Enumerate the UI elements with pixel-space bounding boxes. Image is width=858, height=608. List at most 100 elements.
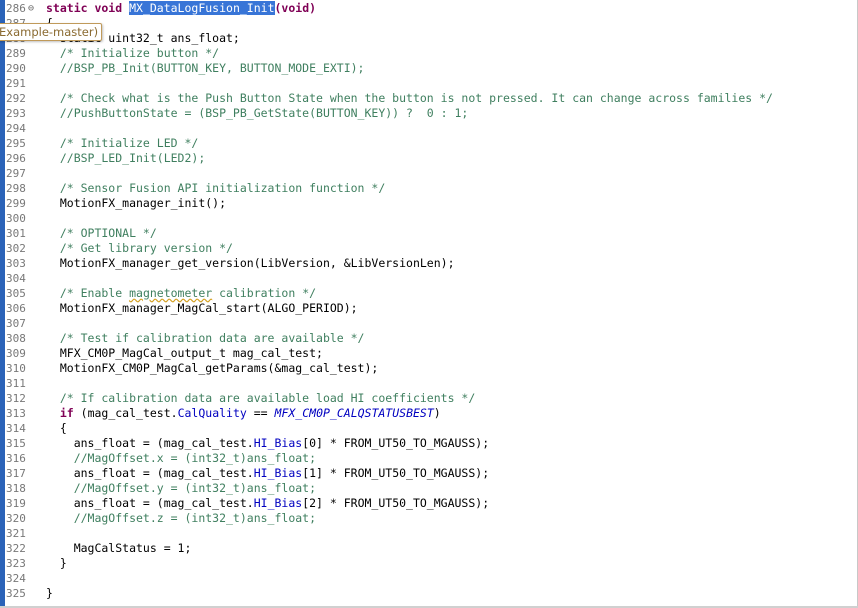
code-text[interactable]: /* Sensor Fusion API initialization func… — [46, 181, 385, 196]
line-number: 298 — [6, 182, 26, 195]
code-line[interactable]: 293 //PushButtonState = (BSP_PB_GetState… — [0, 106, 857, 121]
code-text[interactable]: /* Initialize button */ — [46, 46, 219, 61]
code-text[interactable]: //BSP_LED_Init(LED2); — [46, 151, 205, 166]
code-line[interactable]: 315 ans_float = (mag_cal_test.HI_Bias[0]… — [0, 436, 857, 451]
field-token: HI_Bias — [253, 466, 303, 480]
line-number: 321 — [6, 527, 26, 540]
code-line[interactable]: 295 /* Initialize LED */ — [0, 136, 857, 151]
field-token: HI_Bias — [253, 436, 303, 450]
code-line[interactable]: 292 /* Check what is the Push Button Sta… — [0, 91, 857, 106]
code-line[interactable]: 308 /* Test if calibration data are avai… — [0, 331, 857, 346]
code-line[interactable]: 325} — [0, 586, 857, 601]
code-text[interactable]: //MagOffset.z = (int32_t)ans_float; — [46, 511, 316, 526]
code-line[interactable]: 300 — [0, 211, 857, 226]
code-text[interactable]: /* Test if calibration data are availabl… — [46, 331, 365, 346]
code-token: ans_float = (mag_cal_test. — [46, 496, 254, 510]
code-line[interactable]: 318 //MagOffset.y = (int32_t)ans_float; — [0, 481, 857, 496]
code-line[interactable]: 294 — [0, 121, 857, 136]
code-text[interactable]: /* If calibration data are available loa… — [46, 391, 475, 406]
code-text[interactable]: MotionFX_manager_init(); — [46, 196, 226, 211]
code-text[interactable]: } — [46, 556, 67, 571]
code-text[interactable]: MotionFX_manager_MagCal_start(ALGO_PERIO… — [46, 301, 358, 316]
code-line[interactable]: 301 /* OPTIONAL */ — [0, 226, 857, 241]
code-token: MotionFX_CM0P_MagCal_getParams(&mag_cal_… — [46, 361, 379, 375]
code-line[interactable]: 298 /* Sensor Fusion API initialization … — [0, 181, 857, 196]
keyword-token: (void) — [274, 1, 317, 15]
code-line[interactable]: 299 MotionFX_manager_init(); — [0, 196, 857, 211]
line-number: 320 — [6, 512, 26, 525]
line-number: 289 — [6, 47, 26, 60]
code-text[interactable]: ans_float = (mag_cal_test.HI_Bias[2] * F… — [46, 496, 489, 511]
code-line[interactable]: 314 { — [0, 421, 857, 436]
code-lines[interactable]: 286 ⊖ static void MX_DataLogFusion_Init(vo… — [0, 1, 857, 601]
code-line[interactable]: 313 if (mag_cal_test.CalQuality == MFX_C… — [0, 406, 857, 421]
fold-collapse-icon[interactable]: ⊖ — [28, 1, 34, 16]
code-line[interactable]: 316 //MagOffset.x = (int32_t)ans_float; — [0, 451, 857, 466]
code-line[interactable]: 304 — [0, 271, 857, 286]
code-text[interactable]: /* Initialize LED */ — [46, 136, 198, 151]
code-token: MFX_CM0P_MagCal_output_t mag_cal_test; — [46, 346, 323, 360]
code-line[interactable]: 287{ — [0, 16, 857, 31]
comment-token: /* Check what is the Push Button State w… — [46, 91, 773, 105]
code-line[interactable]: 321 — [0, 526, 857, 541]
code-line[interactable]: 291 — [0, 76, 857, 91]
code-line[interactable]: 302 /* Get library version */ — [0, 241, 857, 256]
code-line[interactable]: 323 } — [0, 556, 857, 571]
code-line[interactable]: 297 — [0, 166, 857, 181]
code-text[interactable]: ans_float = (mag_cal_test.HI_Bias[0] * F… — [46, 436, 489, 451]
code-line[interactable]: 320 //MagOffset.z = (int32_t)ans_float; — [0, 511, 857, 526]
code-line[interactable]: 322 MagCalStatus = 1; — [0, 541, 857, 556]
code-line[interactable]: 310 MotionFX_CM0P_MagCal_getParams(&mag_… — [0, 361, 857, 376]
comment-token: /* Initialize button */ — [46, 46, 220, 60]
code-text[interactable]: //BSP_PB_Init(BUTTON_KEY, BUTTON_MODE_EX… — [46, 61, 365, 76]
code-line[interactable]: 324 — [0, 571, 857, 586]
code-text[interactable]: /* Enable magnetometer calibration */ — [46, 286, 316, 301]
code-text[interactable]: if (mag_cal_test.CalQuality == MFX_CM0P_… — [46, 406, 441, 421]
code-token: } — [46, 586, 53, 600]
code-line[interactable]: 309 MFX_CM0P_MagCal_output_t mag_cal_tes… — [0, 346, 857, 361]
code-text[interactable]: /* Check what is the Push Button State w… — [46, 91, 773, 106]
code-token: ans_float = (mag_cal_test. — [46, 436, 254, 450]
spelling-warning-token: magnetometer — [129, 286, 213, 300]
code-line[interactable]: 319 ans_float = (mag_cal_test.HI_Bias[2]… — [0, 496, 857, 511]
code-line[interactable]: 306 MotionFX_manager_MagCal_start(ALGO_P… — [0, 301, 857, 316]
code-line[interactable]: 290 //BSP_PB_Init(BUTTON_KEY, BUTTON_MOD… — [0, 61, 857, 76]
line-number: 315 — [6, 437, 26, 450]
code-text[interactable]: //MagOffset.y = (int32_t)ans_float; — [46, 481, 316, 496]
code-text[interactable]: MotionFX_manager_get_version(LibVersion,… — [46, 256, 455, 271]
code-text[interactable]: //PushButtonState = (BSP_PB_GetState(BUT… — [46, 106, 469, 121]
code-line[interactable]: 296 //BSP_LED_Init(LED2); — [0, 151, 857, 166]
line-number: 299 — [6, 197, 26, 210]
code-line[interactable]: 288 static uint32_t ans_float; — [0, 31, 857, 46]
code-text[interactable]: } — [46, 586, 53, 601]
line-number: 319 — [6, 497, 26, 510]
code-line[interactable]: 312 /* If calibration data are available… — [0, 391, 857, 406]
code-line[interactable]: 303 MotionFX_manager_get_version(LibVers… — [0, 256, 857, 271]
code-editor[interactable]: 286 ⊖ static void MX_DataLogFusion_Init(vo… — [0, 0, 858, 608]
code-line[interactable]: 307 — [0, 316, 857, 331]
line-number: 308 — [6, 332, 26, 345]
code-text[interactable]: //MagOffset.x = (int32_t)ans_float; — [46, 451, 316, 466]
line-number: 323 — [6, 557, 26, 570]
line-number: 314 — [6, 422, 26, 435]
line-number: 324 — [6, 572, 26, 585]
code-text[interactable]: ans_float = (mag_cal_test.HI_Bias[1] * F… — [46, 466, 489, 481]
code-line[interactable]: 311 — [0, 376, 857, 391]
comment-token: //MagOffset.x = (int32_t)ans_float; — [46, 451, 317, 465]
code-line[interactable]: 317 ans_float = (mag_cal_test.HI_Bias[1]… — [0, 466, 857, 481]
code-text[interactable]: MagCalStatus = 1; — [46, 541, 192, 556]
code-text[interactable]: /* Get library version */ — [46, 241, 233, 256]
code-text[interactable]: static void MX_DataLogFusion_Init(void) — [46, 1, 316, 16]
code-text[interactable]: MFX_CM0P_MagCal_output_t mag_cal_test; — [46, 346, 323, 361]
code-text[interactable]: { — [46, 421, 67, 436]
line-number: 297 — [6, 167, 26, 180]
code-text[interactable]: MotionFX_CM0P_MagCal_getParams(&mag_cal_… — [46, 361, 379, 376]
code-line[interactable]: 305 /* Enable magnetometer calibration *… — [0, 286, 857, 301]
line-number: 310 — [6, 362, 26, 375]
code-line[interactable]: 289 /* Initialize button */ — [0, 46, 857, 61]
code-token: [2] * FROM_UT50_TO_MGAUSS); — [302, 496, 490, 510]
code-token: ans_float = (mag_cal_test. — [46, 466, 254, 480]
code-text[interactable]: /* OPTIONAL */ — [46, 226, 157, 241]
code-line[interactable]: 286 ⊖ static void MX_DataLogFusion_Init(vo… — [0, 1, 857, 16]
